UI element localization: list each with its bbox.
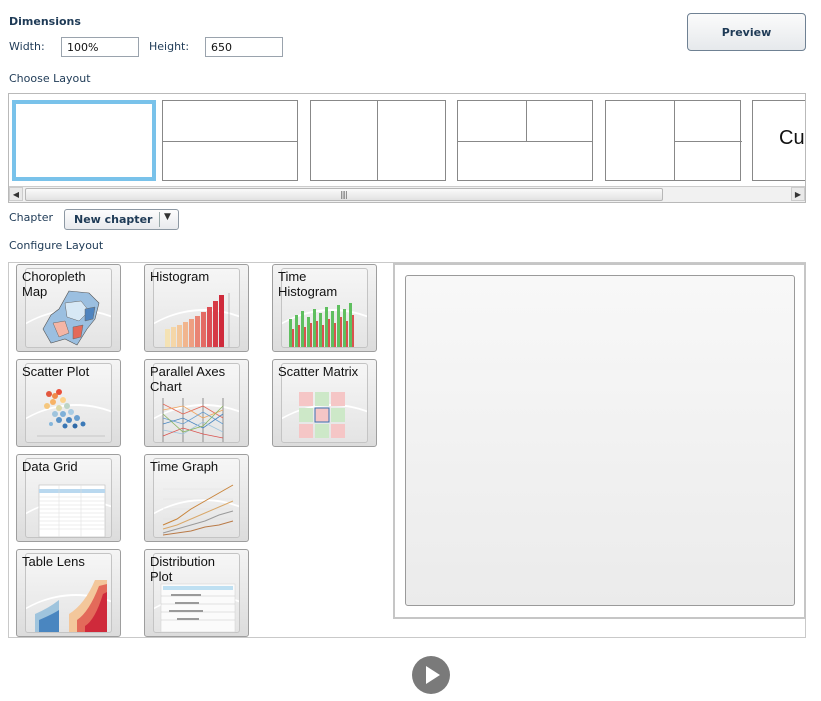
scatter-matrix-icon bbox=[299, 392, 345, 438]
scroll-left-icon[interactable]: ◀ bbox=[9, 187, 23, 201]
chapter-label: Chapter bbox=[9, 211, 53, 224]
tile-label: Table Lens bbox=[22, 554, 85, 569]
dimensions-title: Dimensions bbox=[9, 15, 81, 28]
layout-horizontal-scrollbar[interactable]: ◀ |||| ▶ bbox=[9, 186, 805, 202]
preview-button[interactable]: Preview bbox=[687, 13, 806, 51]
layout-strip: Cu ◀ |||| ▶ bbox=[8, 93, 806, 203]
tile-label: Time Graph bbox=[150, 459, 219, 474]
width-label: Width: bbox=[9, 40, 45, 53]
tile-time-graph[interactable]: Time Graph bbox=[144, 454, 249, 542]
tile-choropleth-map[interactable]: Choropleth Map bbox=[16, 264, 121, 352]
tile-label: Distribution Plot bbox=[150, 554, 216, 584]
tile-label: Data Grid bbox=[22, 459, 78, 474]
tile-scatter-plot[interactable]: Scatter Plot bbox=[16, 359, 121, 447]
tile-label: Time Histogram bbox=[278, 269, 338, 299]
chevron-down-icon: ▼ bbox=[164, 212, 171, 222]
tile-parallel-axes-chart[interactable]: Parallel Axes Chart bbox=[144, 359, 249, 447]
tile-time-histogram[interactable]: Time Histogram bbox=[272, 264, 377, 352]
tile-distribution-plot[interactable]: Distribution Plot bbox=[144, 549, 249, 637]
histogram-icon bbox=[165, 293, 230, 347]
tile-data-grid[interactable]: Data Grid bbox=[16, 454, 121, 542]
time-graph-icon bbox=[162, 484, 234, 536]
tile-label: Scatter Matrix bbox=[278, 364, 359, 379]
layout-single[interactable] bbox=[12, 100, 156, 181]
data-grid-icon bbox=[38, 484, 106, 538]
height-label: Height: bbox=[149, 40, 190, 53]
height-input[interactable]: 650 bbox=[205, 37, 283, 57]
configure-layout-area: Choropleth Map Histogram Time Histogram bbox=[8, 262, 806, 638]
choose-layout-title: Choose Layout bbox=[9, 72, 91, 85]
tile-label: Choropleth Map bbox=[22, 269, 86, 299]
tile-scatter-matrix[interactable]: Scatter Matrix bbox=[272, 359, 377, 447]
layout-custom[interactable]: Cu bbox=[752, 100, 805, 181]
scrollbar-thumb[interactable]: |||| bbox=[25, 188, 663, 201]
tile-histogram[interactable]: Histogram bbox=[144, 264, 249, 352]
scatter-plot-icon bbox=[37, 389, 105, 437]
tile-label: Scatter Plot bbox=[22, 364, 90, 379]
table-lens-icon bbox=[35, 580, 107, 632]
layout-panel-slot[interactable] bbox=[405, 275, 795, 606]
tile-label: Parallel Axes Chart bbox=[150, 364, 226, 394]
tile-table-lens[interactable]: Table Lens bbox=[16, 549, 121, 637]
layout-two-rows[interactable] bbox=[162, 100, 298, 181]
layout-two-columns[interactable] bbox=[310, 100, 446, 181]
chapter-select[interactable]: New chapter ▼ bbox=[64, 209, 179, 230]
layout-custom-label: Cu bbox=[779, 127, 805, 149]
scroll-right-icon[interactable]: ▶ bbox=[791, 187, 805, 201]
chapter-select-value: New chapter bbox=[74, 213, 153, 226]
layout-drop-target[interactable] bbox=[393, 263, 806, 619]
tile-label: Histogram bbox=[150, 269, 210, 284]
layout-two-top-one-bottom[interactable] bbox=[457, 100, 593, 181]
play-icon[interactable] bbox=[412, 656, 450, 694]
layout-one-left-two-right[interactable] bbox=[605, 100, 742, 181]
width-input[interactable]: 100% bbox=[61, 37, 139, 57]
configure-layout-title: Configure Layout bbox=[9, 239, 104, 252]
